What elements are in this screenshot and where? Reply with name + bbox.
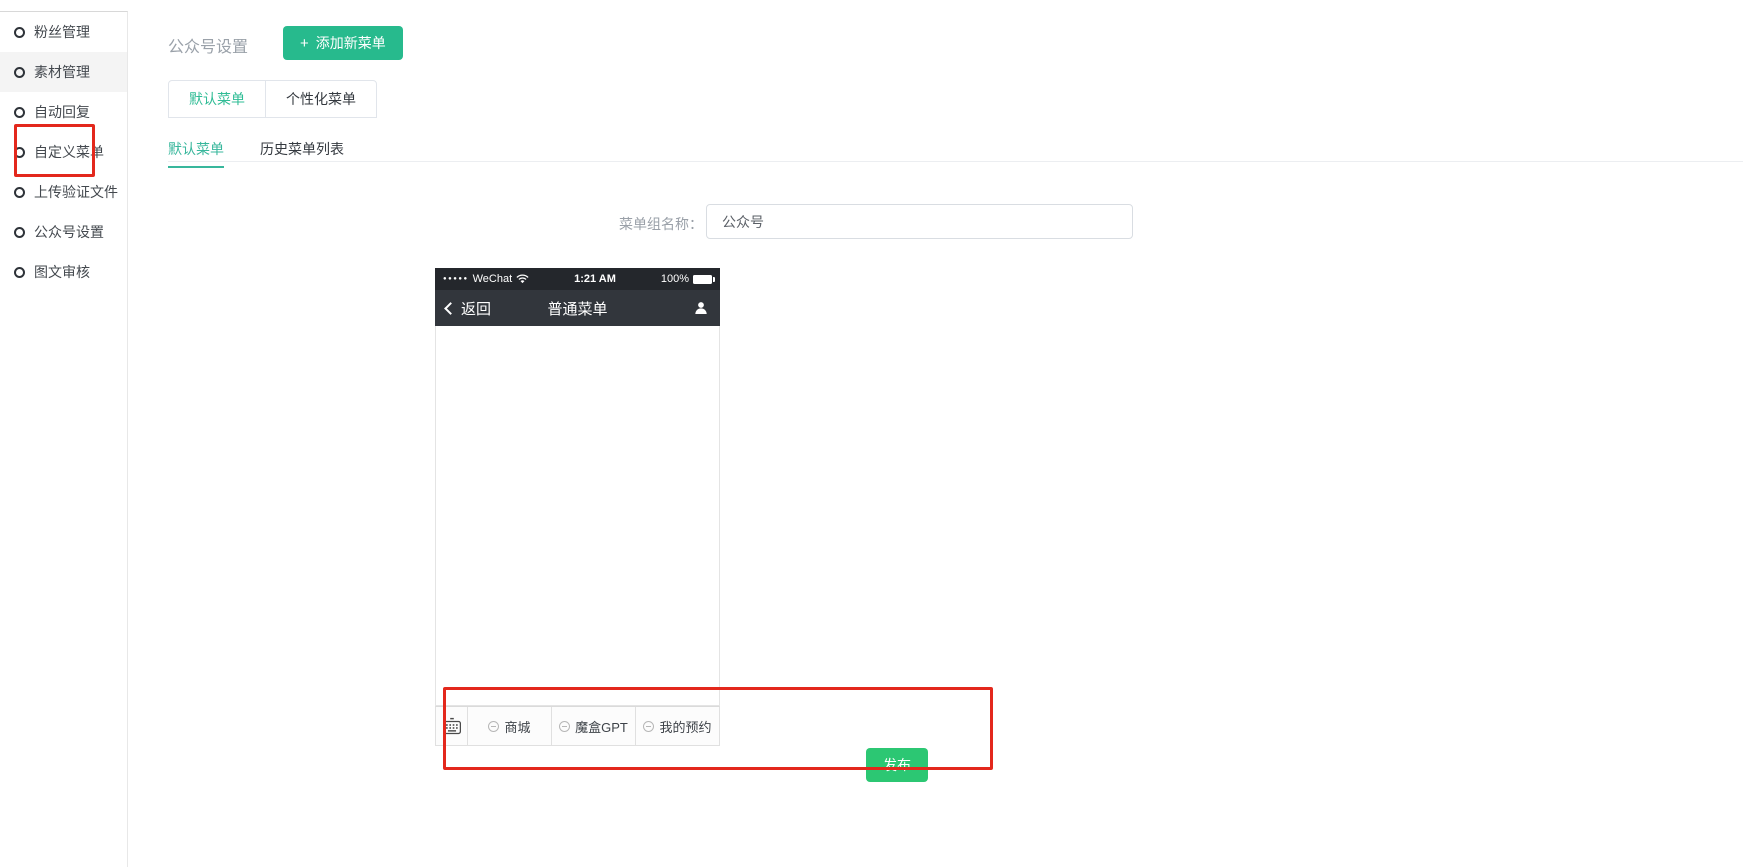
sidebar-item-label: 粉丝管理 [34, 22, 90, 42]
phone-nav-bar: 返回 普通菜单 [435, 290, 720, 326]
minus-circle-icon [643, 721, 654, 732]
back-label: 返回 [461, 298, 491, 319]
sidebar-item-label: 素材管理 [34, 62, 90, 82]
tab-personalized-menu[interactable]: 个性化菜单 [265, 81, 376, 117]
wechat-menu-item-label: 魔盒GPT [575, 717, 628, 736]
menu-group-name-label: 菜单组名称： [615, 214, 703, 234]
menu-type-tabs: 默认菜单 个性化菜单 [168, 80, 377, 118]
phone-preview: ●●●●● WeChat 1:21 AM 100% 返回 普通菜单 [435, 268, 720, 746]
battery-icon [693, 275, 712, 284]
keyboard-icon [442, 717, 462, 735]
circle-icon [14, 227, 25, 238]
tab-default-menu[interactable]: 默认菜单 [169, 81, 265, 117]
circle-icon [14, 107, 25, 118]
phone-status-bar: ●●●●● WeChat 1:21 AM 100% [435, 268, 720, 290]
battery-percent-label: 100% [661, 273, 689, 285]
phone-chat-body [435, 326, 720, 706]
circle-icon [14, 27, 25, 38]
sidebar-item-material[interactable]: 素材管理 [0, 52, 127, 92]
menu-subtabs: 默认菜单 历史菜单列表 [168, 139, 344, 168]
carrier-label: WeChat [473, 273, 513, 285]
circle-icon [14, 267, 25, 278]
back-chevron-icon [444, 302, 457, 315]
sidebar-item-fans[interactable]: 粉丝管理 [0, 12, 127, 52]
add-new-menu-button[interactable]: + 添加新菜单 [283, 26, 403, 60]
subtab-history-menu-list[interactable]: 历史菜单列表 [260, 139, 344, 168]
sidebar-item-label: 上传验证文件 [34, 182, 118, 202]
sidebar-item-article-review[interactable]: 图文审核 [0, 252, 127, 292]
wechat-menu-item-label: 商城 [504, 717, 530, 736]
subtab-default-menu[interactable]: 默认菜单 [168, 139, 224, 168]
circle-icon [14, 67, 25, 78]
add-new-menu-label: 添加新菜单 [316, 33, 386, 53]
phone-menu-bar: 商城 魔盒GPT 我的预约 [435, 706, 720, 746]
menu-group-name-input[interactable] [706, 204, 1133, 239]
wechat-menu-item-label: 我的预约 [659, 717, 711, 736]
person-icon [693, 300, 709, 316]
sidebar-item-account-settings[interactable]: 公众号设置 [0, 212, 127, 252]
circle-icon [14, 147, 25, 158]
signal-dots-icon: ●●●●● [443, 276, 469, 282]
wechat-menu-item-magicbox-gpt[interactable]: 魔盒GPT [551, 707, 635, 745]
plus-icon: + [300, 36, 309, 51]
clock-label: 1:21 AM [574, 273, 616, 285]
wechat-menu-item-my-bookings[interactable]: 我的预约 [635, 707, 719, 745]
keyboard-toggle[interactable] [436, 707, 468, 745]
circle-icon [14, 187, 25, 198]
back-button: 返回 [446, 298, 491, 319]
sidebar-item-label: 公众号设置 [34, 222, 104, 242]
wifi-icon [516, 274, 529, 284]
sidebar-item-upload-verify-file[interactable]: 上传验证文件 [0, 172, 127, 212]
sidebar-item-auto-reply[interactable]: 自动回复 [0, 92, 127, 132]
sidebar-item-custom-menu[interactable]: 自定义菜单 [0, 132, 127, 172]
publish-button[interactable]: 发布 [866, 748, 928, 782]
sidebar: 粉丝管理 素材管理 自动回复 自定义菜单 上传验证文件 公众号设置 图文审核 [0, 11, 128, 867]
sidebar-item-label: 图文审核 [34, 262, 90, 282]
sidebar-item-label: 自定义菜单 [34, 142, 104, 162]
subtab-divider [168, 161, 1743, 162]
page-title: 公众号设置 [168, 33, 248, 57]
wechat-menu-item-shop[interactable]: 商城 [468, 707, 551, 745]
minus-circle-icon [559, 721, 570, 732]
minus-circle-icon [488, 721, 499, 732]
sidebar-item-label: 自动回复 [34, 102, 90, 122]
